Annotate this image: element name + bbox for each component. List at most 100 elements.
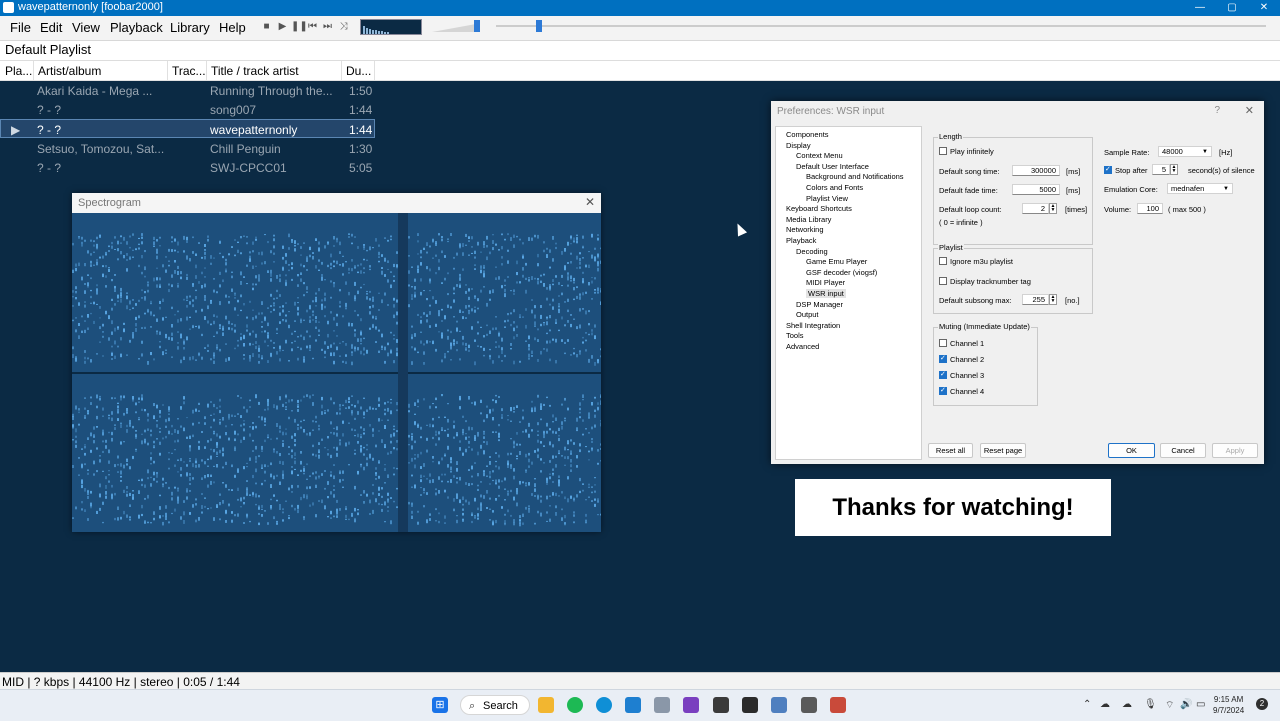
seek-bar[interactable]	[496, 25, 1266, 27]
maximize-button[interactable]: ▢	[1216, 0, 1248, 16]
col-duration[interactable]: Du...	[346, 64, 371, 78]
stop-after-input[interactable]: 5	[1152, 164, 1170, 175]
col-playing[interactable]: Pla...	[5, 64, 32, 78]
preferences-close-icon[interactable]: ✕	[1245, 104, 1254, 117]
menu-playback[interactable]: Playback	[110, 20, 163, 35]
taskbar-clock[interactable]: 9:15 AM 9/7/2024	[1213, 694, 1244, 716]
loop-count-spinner-icon[interactable]: ▲ ▼	[1049, 203, 1057, 214]
menu-view[interactable]: View	[72, 20, 100, 35]
col-artist-album[interactable]: Artist/album	[38, 64, 101, 78]
tree-item[interactable]: Networking	[786, 225, 824, 234]
tree-item[interactable]: Decoding	[796, 247, 828, 256]
tree-item[interactable]: GSF decoder (viogsf)	[806, 268, 877, 277]
visual-studio-icon[interactable]	[683, 697, 699, 713]
col-title[interactable]: Title / track artist	[211, 64, 299, 78]
help-icon[interactable]: ?	[1214, 105, 1220, 116]
file-explorer-icon[interactable]	[538, 697, 554, 713]
tree-item[interactable]: Context Menu	[796, 151, 843, 160]
channel-3-checkbox[interactable]	[939, 370, 947, 379]
editor-icon[interactable]	[713, 697, 729, 713]
play-icon[interactable]: ▶	[276, 20, 289, 33]
cloud-icon[interactable]: ☁	[1100, 699, 1110, 710]
tree-item[interactable]: Display	[786, 141, 811, 150]
tree-item[interactable]: Background and Notifications	[806, 172, 904, 181]
stop-icon[interactable]: ■	[260, 20, 273, 33]
vscode-icon[interactable]	[625, 697, 641, 713]
volume-thumb[interactable]	[474, 20, 480, 32]
onedrive-icon[interactable]: ☁	[1122, 699, 1132, 710]
foobar-taskbar-icon[interactable]	[801, 697, 817, 713]
emulation-core-select[interactable]: mednafen ▼	[1167, 183, 1233, 194]
sample-rate-select[interactable]: 48000 ▼	[1158, 146, 1212, 157]
table-row[interactable]: ? - ? song007 1:44	[0, 100, 375, 119]
notification-badge[interactable]: 2	[1256, 698, 1268, 710]
song-time-input[interactable]: 300000	[1012, 165, 1060, 176]
stop-after-checkbox[interactable]	[1104, 165, 1112, 174]
playlist-tab[interactable]: Default Playlist	[5, 42, 91, 57]
loop-count-input[interactable]: 2	[1022, 203, 1049, 214]
channel-4-checkbox[interactable]	[939, 386, 947, 395]
seek-thumb[interactable]	[536, 20, 542, 32]
reset-page-button[interactable]: Reset page	[980, 443, 1026, 458]
tree-item[interactable]: Output	[796, 310, 819, 319]
display-tracknumber-checkbox[interactable]	[939, 277, 947, 285]
subsong-spinner-icon[interactable]: ▲ ▼	[1049, 294, 1057, 305]
tree-item[interactable]: Colors and Fonts	[806, 183, 863, 192]
windows-start-icon[interactable]: ⊞	[432, 697, 448, 713]
table-row[interactable]: Setsuo, Tomozou, Sat... Chill Penguin 1:…	[0, 139, 375, 158]
tree-item[interactable]: Playback	[786, 236, 816, 245]
battery-icon[interactable]: ▭	[1196, 699, 1205, 710]
ignore-m3u-checkbox[interactable]	[939, 257, 947, 265]
tree-item[interactable]: Keyboard Shortcuts	[786, 204, 852, 213]
tree-item[interactable]: WSR input	[806, 289, 846, 298]
tool-icon[interactable]	[830, 697, 846, 713]
tree-item[interactable]: Shell Integration	[786, 321, 840, 330]
spotify-icon[interactable]	[567, 697, 583, 713]
minimize-button[interactable]: —	[1184, 0, 1216, 16]
menu-file[interactable]: File	[10, 20, 31, 35]
tree-item[interactable]: MIDI Player	[806, 278, 845, 287]
play-infinitely-checkbox[interactable]	[939, 147, 947, 155]
app-icon[interactable]	[654, 697, 670, 713]
previous-icon[interactable]: ⏮	[306, 20, 319, 33]
tree-item[interactable]: Playlist View	[806, 194, 848, 203]
speaker-icon[interactable]: 🔊	[1180, 699, 1192, 710]
spectrogram-close-icon[interactable]: ✕	[585, 195, 595, 209]
ok-button[interactable]: OK	[1108, 443, 1155, 458]
tree-item[interactable]: Default User Interface	[796, 162, 869, 171]
close-button[interactable]: ✕	[1248, 0, 1280, 16]
chevron-up-icon[interactable]: ⌃	[1083, 699, 1091, 710]
notepad-icon[interactable]	[771, 697, 787, 713]
tree-item[interactable]: Tools	[786, 331, 804, 340]
tree-item[interactable]: Game Emu Player	[806, 257, 867, 266]
apply-button[interactable]: Apply	[1212, 443, 1258, 458]
microphone-icon[interactable]: 🎙	[1144, 699, 1157, 710]
terminal-icon[interactable]	[742, 697, 758, 713]
volume-input[interactable]: 100	[1137, 203, 1163, 214]
cancel-button[interactable]: Cancel	[1160, 443, 1206, 458]
col-track[interactable]: Trac...	[172, 64, 206, 78]
pause-icon[interactable]: ❚❚	[291, 20, 308, 33]
volume-slider[interactable]	[432, 19, 484, 33]
reset-all-button[interactable]: Reset all	[928, 443, 973, 458]
menu-edit[interactable]: Edit	[40, 20, 62, 35]
menu-library[interactable]: Library	[170, 20, 210, 35]
table-row[interactable]: ? - ? SWJ-CPCC01 5:05	[0, 158, 375, 177]
channel-2-checkbox[interactable]	[939, 354, 947, 363]
taskbar-search[interactable]: ⌕ Search	[460, 695, 530, 715]
tree-item[interactable]: Media Library	[786, 215, 831, 224]
tree-item[interactable]: Components	[786, 130, 829, 139]
tree-item[interactable]: Advanced	[786, 342, 819, 351]
tree-item[interactable]: DSP Manager	[796, 300, 843, 309]
table-row-selected[interactable]: ▶ ? - ? wavepatternonly 1:44	[0, 119, 375, 138]
table-row[interactable]: Akari Kaida - Mega ... Running Through t…	[0, 81, 375, 100]
edge-icon[interactable]	[596, 697, 612, 713]
menu-help[interactable]: Help	[219, 20, 246, 35]
channel-1-checkbox[interactable]	[939, 339, 947, 347]
random-icon[interactable]: ⤨	[337, 20, 350, 33]
subsong-max-input[interactable]: 255	[1022, 294, 1049, 305]
stop-after-spinner-icon[interactable]: ▲ ▼	[1170, 164, 1178, 175]
fade-time-input[interactable]: 5000	[1012, 184, 1060, 195]
wifi-icon[interactable]: ⌔	[1165, 699, 1174, 712]
next-icon[interactable]: ⏭	[321, 20, 334, 33]
